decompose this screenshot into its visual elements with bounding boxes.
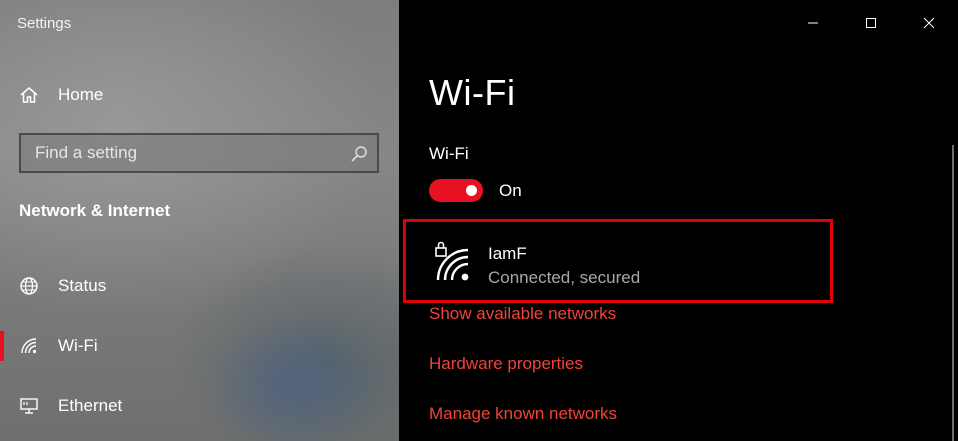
- search-icon[interactable]: [349, 144, 369, 164]
- window-controls: [784, 0, 958, 46]
- wifi-toggle[interactable]: [429, 179, 483, 202]
- app-title: Settings: [17, 15, 72, 32]
- maximize-button[interactable]: [842, 0, 900, 46]
- sidebar-item-label: Wi-Fi: [58, 336, 98, 355]
- manage-known-networks-link[interactable]: Manage known networks: [429, 404, 617, 424]
- sidebar-item-label: Home: [58, 85, 104, 104]
- settings-window: Settings Home Network & Internet: [0, 0, 958, 441]
- page-title: Wi-Fi: [429, 72, 516, 113]
- ethernet-icon: [18, 395, 40, 417]
- scrollbar[interactable]: [952, 145, 954, 441]
- hardware-properties-link[interactable]: Hardware properties: [429, 354, 583, 374]
- search-box[interactable]: [19, 133, 379, 173]
- show-available-networks-link[interactable]: Show available networks: [429, 304, 616, 324]
- maximize-icon: [866, 18, 876, 28]
- sidebar: Settings Home Network & Internet: [0, 0, 399, 441]
- wifi-icon: [18, 335, 40, 357]
- connected-network[interactable]: IamF Connected, secured: [403, 219, 833, 303]
- network-name: IamF: [488, 244, 527, 263]
- sidebar-item-wifi[interactable]: Wi-Fi: [0, 326, 399, 366]
- minimize-icon: [808, 22, 818, 24]
- minimize-button[interactable]: [784, 0, 842, 46]
- main-content: Wi-Fi Wi-Fi On IamF Connected, secured S…: [399, 0, 958, 441]
- search-input[interactable]: [21, 135, 377, 171]
- wifi-toggle-label: Wi-Fi: [429, 144, 469, 163]
- network-status: Connected, secured: [488, 268, 641, 287]
- sidebar-item-ethernet[interactable]: Ethernet: [0, 386, 399, 426]
- sidebar-item-status[interactable]: Status: [0, 266, 399, 306]
- home-icon: [18, 84, 40, 106]
- close-button[interactable]: [900, 0, 958, 46]
- toggle-knob: [466, 185, 477, 196]
- wifi-toggle-state: On: [499, 181, 522, 200]
- sidebar-item-label: Status: [58, 276, 107, 295]
- wifi-secured-icon: [434, 240, 474, 284]
- sidebar-item-label: Ethernet: [58, 396, 123, 415]
- close-icon: [923, 17, 935, 29]
- globe-icon: [18, 275, 40, 297]
- section-header: Network & Internet: [19, 201, 171, 220]
- sidebar-item-home[interactable]: Home: [0, 75, 399, 115]
